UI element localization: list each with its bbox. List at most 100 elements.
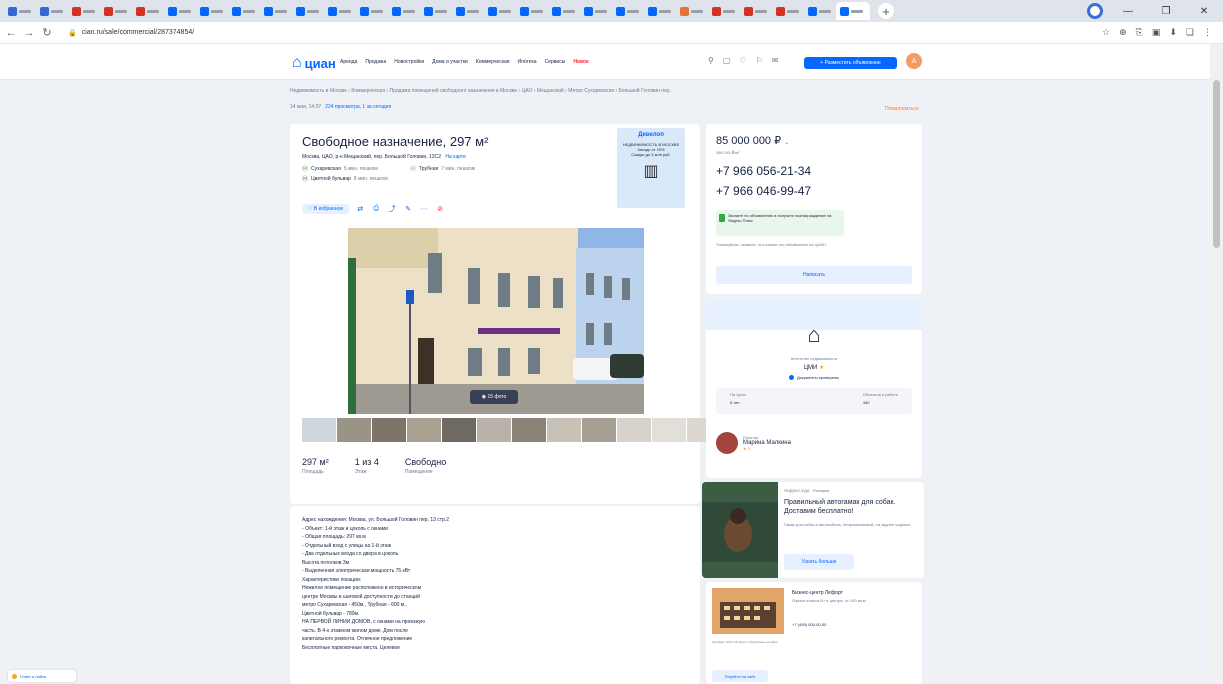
browser-tab[interactable] xyxy=(804,2,834,20)
ad-banner-dog-hammock[interactable]: ЯНДЕКС.ЕДА · Реклама Правильный автогама… xyxy=(702,482,924,578)
nav-commercial[interactable]: Коммерческая xyxy=(476,59,510,65)
phone-number[interactable]: +7 966 056-21-34 xyxy=(716,164,811,178)
metro-station[interactable]: Ⓜ Трубная 7 мин. пешком xyxy=(410,164,475,174)
forward-icon[interactable]: → xyxy=(22,27,36,39)
compare-icon[interactable]: ▢ xyxy=(723,56,731,65)
developer-ad[interactable]: Девелоп НЕДВИЖИМОСТЬ В МОСКВЕ Заходи от 1… xyxy=(617,128,685,208)
browser-tab[interactable] xyxy=(292,2,322,20)
address-text[interactable]: Москва, ЦАО, р-н Мещанский, пер. Большой… xyxy=(302,154,441,160)
photo-thumbnail[interactable] xyxy=(477,418,511,442)
photo-thumbnail[interactable] xyxy=(652,418,686,442)
ad-button[interactable]: Узнать больше xyxy=(784,554,854,570)
browser-tab[interactable] xyxy=(388,2,418,20)
map-link[interactable]: На карте xyxy=(445,154,466,160)
profile-avatar[interactable] xyxy=(1087,3,1103,19)
compare-icon[interactable]: ⇄ xyxy=(355,204,365,214)
browser-tab[interactable] xyxy=(772,2,802,20)
menu-icon[interactable]: ⋮ xyxy=(1203,27,1212,38)
browser-tab[interactable] xyxy=(836,2,870,20)
agent-contact[interactable]: Риэлтор Марина Малкина ★ 5 xyxy=(716,432,791,454)
sidepanel-icon[interactable]: ❏ xyxy=(1186,27,1194,38)
browser-tab[interactable] xyxy=(100,2,130,20)
phone-number[interactable]: +7 966 046-99-47 xyxy=(716,184,811,198)
bookmark-star-icon[interactable]: ☆ xyxy=(1102,27,1110,38)
ad-button[interactable]: Перейти на сайт xyxy=(712,670,768,682)
page-scrollbar[interactable] xyxy=(1210,44,1223,684)
pdf-icon[interactable]: ⎙ xyxy=(371,204,381,214)
note-icon[interactable]: ✎ xyxy=(403,204,413,214)
nav-mortgage[interactable]: Ипотека xyxy=(518,59,537,65)
browser-tab[interactable] xyxy=(516,2,546,20)
photo-thumbnail[interactable] xyxy=(372,418,406,442)
browser-tab[interactable] xyxy=(260,2,290,20)
ad-phone[interactable]: +7 (495) 000-00-00 xyxy=(792,622,826,627)
photo-thumbnail[interactable] xyxy=(407,418,441,442)
photo-thumbnail[interactable] xyxy=(617,418,651,442)
browser-tab[interactable] xyxy=(68,2,98,20)
nav-new-badge[interactable]: Новое xyxy=(573,59,589,65)
browser-tab[interactable] xyxy=(36,2,66,20)
browser-tab[interactable] xyxy=(484,2,514,20)
browser-tab[interactable] xyxy=(676,2,706,20)
ad-banner-business-center[interactable]: Бизнес-центр Лефорт Офисы класса B+ в це… xyxy=(706,582,922,684)
post-ad-button[interactable]: + Разместить объявление xyxy=(804,57,897,69)
nav-newbuild[interactable]: Новостройки xyxy=(394,59,424,65)
browser-tab[interactable] xyxy=(164,2,194,20)
photo-thumbnail[interactable] xyxy=(442,418,476,442)
main-photo[interactable] xyxy=(348,228,644,414)
favorites-icon[interactable]: ♡ xyxy=(739,56,746,65)
nav-services[interactable]: Сервисы xyxy=(545,59,566,65)
browser-tab[interactable] xyxy=(548,2,578,20)
browser-tab[interactable] xyxy=(708,2,738,20)
download-icon[interactable]: ⬇ xyxy=(1169,27,1177,38)
metro-station[interactable]: Ⓜ Сухаревская 5 мин. пешком xyxy=(302,164,378,174)
browser-tab[interactable] xyxy=(324,2,354,20)
agency-name[interactable]: ЦМИ ★ xyxy=(706,364,922,371)
back-icon[interactable]: ← xyxy=(4,27,18,39)
browser-tab[interactable] xyxy=(580,2,610,20)
address-bar[interactable]: 🔒 cian.ru/sale/commercial/287374854/ xyxy=(60,25,1090,40)
write-message-button[interactable]: Написать xyxy=(716,266,912,284)
share-icon[interactable]: ⎘ xyxy=(1136,27,1143,38)
new-tab-button[interactable]: + xyxy=(878,3,894,19)
ad-headline[interactable]: Бизнес-центр Лефорт xyxy=(792,590,843,596)
browser-tab[interactable] xyxy=(452,2,482,20)
photo-thumbnail[interactable] xyxy=(547,418,581,442)
nav-sale[interactable]: Продажа xyxy=(365,59,386,65)
ad-headline[interactable]: Правильный автогамак для собак. Доставим… xyxy=(784,498,922,516)
nav-rent[interactable]: Аренда xyxy=(340,59,357,65)
extension-icon[interactable]: ⊕ xyxy=(1119,27,1127,38)
user-avatar[interactable]: А xyxy=(906,53,922,69)
nav-houses[interactable]: Дома и участки xyxy=(432,59,468,65)
scrollbar-thumb[interactable] xyxy=(1213,80,1220,248)
messages-icon[interactable]: ✉ xyxy=(772,56,779,65)
price-history-icon[interactable]: ⌄ xyxy=(784,140,789,146)
hide-icon[interactable]: ⊘ xyxy=(435,204,445,214)
reload-icon[interactable]: ↻ xyxy=(40,26,54,39)
report-link[interactable]: Пожаловаться xyxy=(885,106,919,112)
photo-count-button[interactable]: ◉ 15 фото xyxy=(470,390,518,404)
photo-thumbnail[interactable] xyxy=(512,418,546,442)
browser-tab[interactable] xyxy=(612,2,642,20)
metro-station[interactable]: Ⓜ Цветной бульвар 8 мин. пешком xyxy=(302,174,388,184)
share-icon[interactable]: ⤴ xyxy=(387,204,397,214)
cian-logo[interactable]: ⌂ циан xyxy=(292,54,336,72)
photo-thumbnail[interactable] xyxy=(302,418,336,442)
maximize-button[interactable]: ❐ xyxy=(1147,0,1185,22)
browser-tab[interactable] xyxy=(740,2,770,20)
browser-tab[interactable] xyxy=(196,2,226,20)
browser-tab[interactable] xyxy=(356,2,386,20)
browser-tab[interactable] xyxy=(4,2,34,20)
search-icon[interactable]: ⚲ xyxy=(708,56,714,65)
browser-tab[interactable] xyxy=(132,2,162,20)
breadcrumb[interactable]: Недвижимость в Москве › Коммерческая › П… xyxy=(290,88,671,94)
browser-tab[interactable] xyxy=(644,2,674,20)
notifications-icon[interactable]: ⚐ xyxy=(756,56,763,65)
help-button[interactable]: Ответ и найти xyxy=(8,670,76,682)
favorite-button[interactable]: ♡ В избранное xyxy=(302,204,350,214)
agency-logo-icon[interactable]: ⌂ xyxy=(800,320,828,350)
minimize-button[interactable]: — xyxy=(1109,0,1147,22)
browser-tab[interactable] xyxy=(420,2,450,20)
views-count[interactable]: 224 просмотра, 1 за сегодня xyxy=(325,104,391,110)
browser-tab[interactable] xyxy=(228,2,258,20)
